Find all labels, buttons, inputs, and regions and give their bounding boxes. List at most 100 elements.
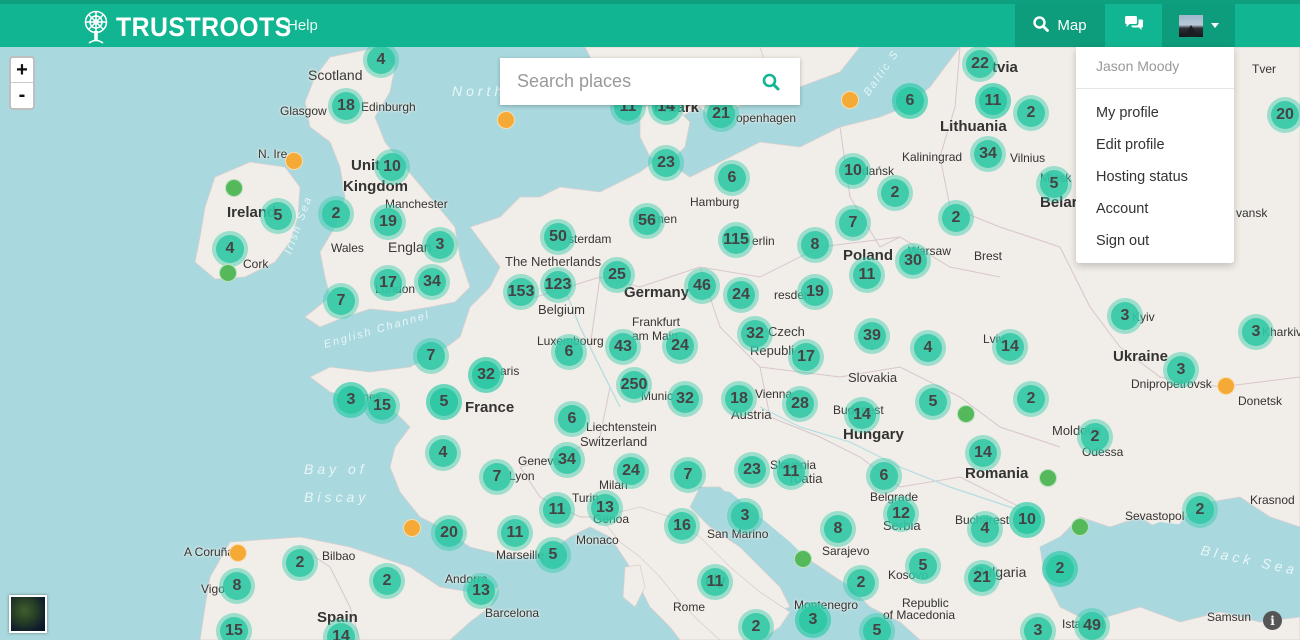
map-cluster[interactable]: 18	[328, 88, 364, 124]
menu-item-hosting-status[interactable]: Hosting status	[1096, 169, 1188, 185]
map-cluster[interactable]: 17	[788, 339, 824, 375]
map-cluster[interactable]: 6	[892, 83, 928, 119]
search-places-input[interactable]	[517, 61, 757, 102]
map-cluster[interactable]: 2	[1013, 381, 1049, 417]
map-cluster[interactable]: 30	[895, 243, 931, 279]
map-cluster[interactable]: 43	[605, 329, 641, 365]
map-cluster[interactable]: 14	[992, 329, 1028, 365]
map-cluster[interactable]: 3	[1238, 314, 1274, 350]
host-marker-orange[interactable]	[1217, 377, 1235, 395]
map-cluster[interactable]: 34	[549, 442, 585, 478]
map-cluster[interactable]: 153	[503, 274, 539, 310]
host-marker-orange[interactable]	[229, 544, 247, 562]
map-cluster[interactable]: 7	[413, 338, 449, 374]
map-cluster[interactable]: 16	[664, 508, 700, 544]
map-cluster[interactable]: 4	[967, 511, 1003, 547]
host-marker-green[interactable]	[957, 405, 975, 423]
map-cluster[interactable]: 2	[1182, 492, 1218, 528]
map-cluster[interactable]: 123	[540, 267, 576, 303]
nav-messages-button[interactable]	[1106, 4, 1161, 47]
map-cluster[interactable]: 23	[648, 145, 684, 181]
map-cluster[interactable]: 8	[797, 227, 833, 263]
map-cluster[interactable]: 4	[910, 330, 946, 366]
map-cluster[interactable]: 22	[962, 47, 998, 82]
map-cluster[interactable]: 17	[370, 265, 406, 301]
menu-item-edit-profile[interactable]: Edit profile	[1096, 137, 1165, 153]
map-cluster[interactable]: 24	[723, 277, 759, 313]
host-marker-orange[interactable]	[403, 519, 421, 537]
map-cluster[interactable]: 2	[1077, 419, 1113, 455]
map-cluster[interactable]: 2	[282, 545, 318, 581]
map-cluster[interactable]: 14	[965, 435, 1001, 471]
zoom-out-button[interactable]: -	[11, 83, 33, 108]
map-cluster[interactable]: 25	[599, 257, 635, 293]
map-cluster[interactable]: 2	[938, 200, 974, 236]
map-cluster[interactable]: 6	[714, 160, 750, 196]
map-cluster[interactable]: 13	[463, 573, 499, 609]
map-cluster[interactable]: 34	[970, 136, 1006, 172]
map-cluster[interactable]: 2	[738, 609, 774, 640]
brand-logo-link[interactable]: TRUSTROOTS	[82, 8, 307, 46]
map-cluster[interactable]: 19	[797, 274, 833, 310]
map-cluster[interactable]: 11	[539, 492, 575, 528]
map-cluster[interactable]: 4	[425, 435, 461, 471]
map-cluster[interactable]: 5	[535, 537, 571, 573]
map-cluster[interactable]: 18	[721, 381, 757, 417]
map-cluster[interactable]: 7	[323, 283, 359, 319]
map-cluster[interactable]: 10	[1009, 502, 1045, 538]
map-layer-toggle-button[interactable]	[9, 595, 47, 633]
nav-help-link[interactable]: Help	[287, 17, 318, 34]
menu-item-account[interactable]: Account	[1096, 201, 1148, 217]
map-cluster[interactable]: 3	[422, 227, 458, 263]
map-cluster[interactable]: 10	[835, 153, 871, 189]
map-cluster[interactable]: 2	[843, 565, 879, 601]
map-cluster[interactable]: 56	[629, 203, 665, 239]
map-cluster[interactable]: 34	[414, 264, 450, 300]
map-cluster[interactable]: 24	[662, 328, 698, 364]
map-cluster[interactable]: 50	[540, 219, 576, 255]
map-cluster[interactable]: 5	[905, 548, 941, 584]
menu-item-my-profile[interactable]: My profile	[1096, 105, 1159, 121]
host-marker-green[interactable]	[225, 179, 243, 197]
map-cluster[interactable]: 2	[318, 196, 354, 232]
host-marker-green[interactable]	[1039, 469, 1057, 487]
map-cluster[interactable]: 3	[1163, 352, 1199, 388]
map-cluster[interactable]: 115	[718, 222, 754, 258]
map-cluster[interactable]: 11	[497, 515, 533, 551]
map-cluster[interactable]: 3	[333, 382, 369, 418]
map-cluster[interactable]: 2	[1013, 95, 1049, 131]
map-cluster[interactable]: 4	[212, 231, 248, 267]
map-cluster[interactable]: 28	[782, 386, 818, 422]
user-menu-toggle[interactable]	[1162, 4, 1235, 47]
map-cluster[interactable]: 3	[727, 498, 763, 534]
map-cluster[interactable]: 20	[1267, 97, 1300, 133]
map-cluster[interactable]: 7	[670, 457, 706, 493]
host-marker-orange[interactable]	[841, 91, 859, 109]
map-cluster[interactable]: 20	[431, 515, 467, 551]
map-cluster[interactable]: 3	[795, 602, 831, 638]
map-cluster[interactable]: 6	[551, 334, 587, 370]
map-cluster[interactable]: 11	[697, 564, 733, 600]
map-cluster[interactable]: 14	[844, 397, 880, 433]
host-marker-green[interactable]	[219, 264, 237, 282]
map-cluster[interactable]: 13	[587, 490, 623, 526]
map-info-button[interactable]: i	[1263, 611, 1282, 630]
map-cluster[interactable]: 6	[866, 458, 902, 494]
map-cluster[interactable]: 24	[613, 453, 649, 489]
map-cluster[interactable]: 32	[737, 316, 773, 352]
search-icon[interactable]	[762, 73, 780, 96]
map-cluster[interactable]: 11	[773, 454, 809, 490]
map-cluster[interactable]: 6	[554, 401, 590, 437]
host-marker-orange[interactable]	[497, 111, 515, 129]
map-cluster[interactable]: 5	[1036, 166, 1072, 202]
map-cluster[interactable]: 2	[1042, 551, 1078, 587]
map-cluster[interactable]: 32	[667, 381, 703, 417]
map-cluster[interactable]: 7	[479, 459, 515, 495]
map-cluster[interactable]: 12	[883, 496, 919, 532]
map-cluster[interactable]: 5	[915, 384, 951, 420]
menu-item-sign-out[interactable]: Sign out	[1096, 233, 1149, 249]
host-marker-green[interactable]	[1071, 518, 1089, 536]
map-cluster[interactable]: 15	[364, 388, 400, 424]
map-cluster[interactable]: 2	[369, 563, 405, 599]
map-cluster[interactable]: 32	[468, 357, 504, 393]
